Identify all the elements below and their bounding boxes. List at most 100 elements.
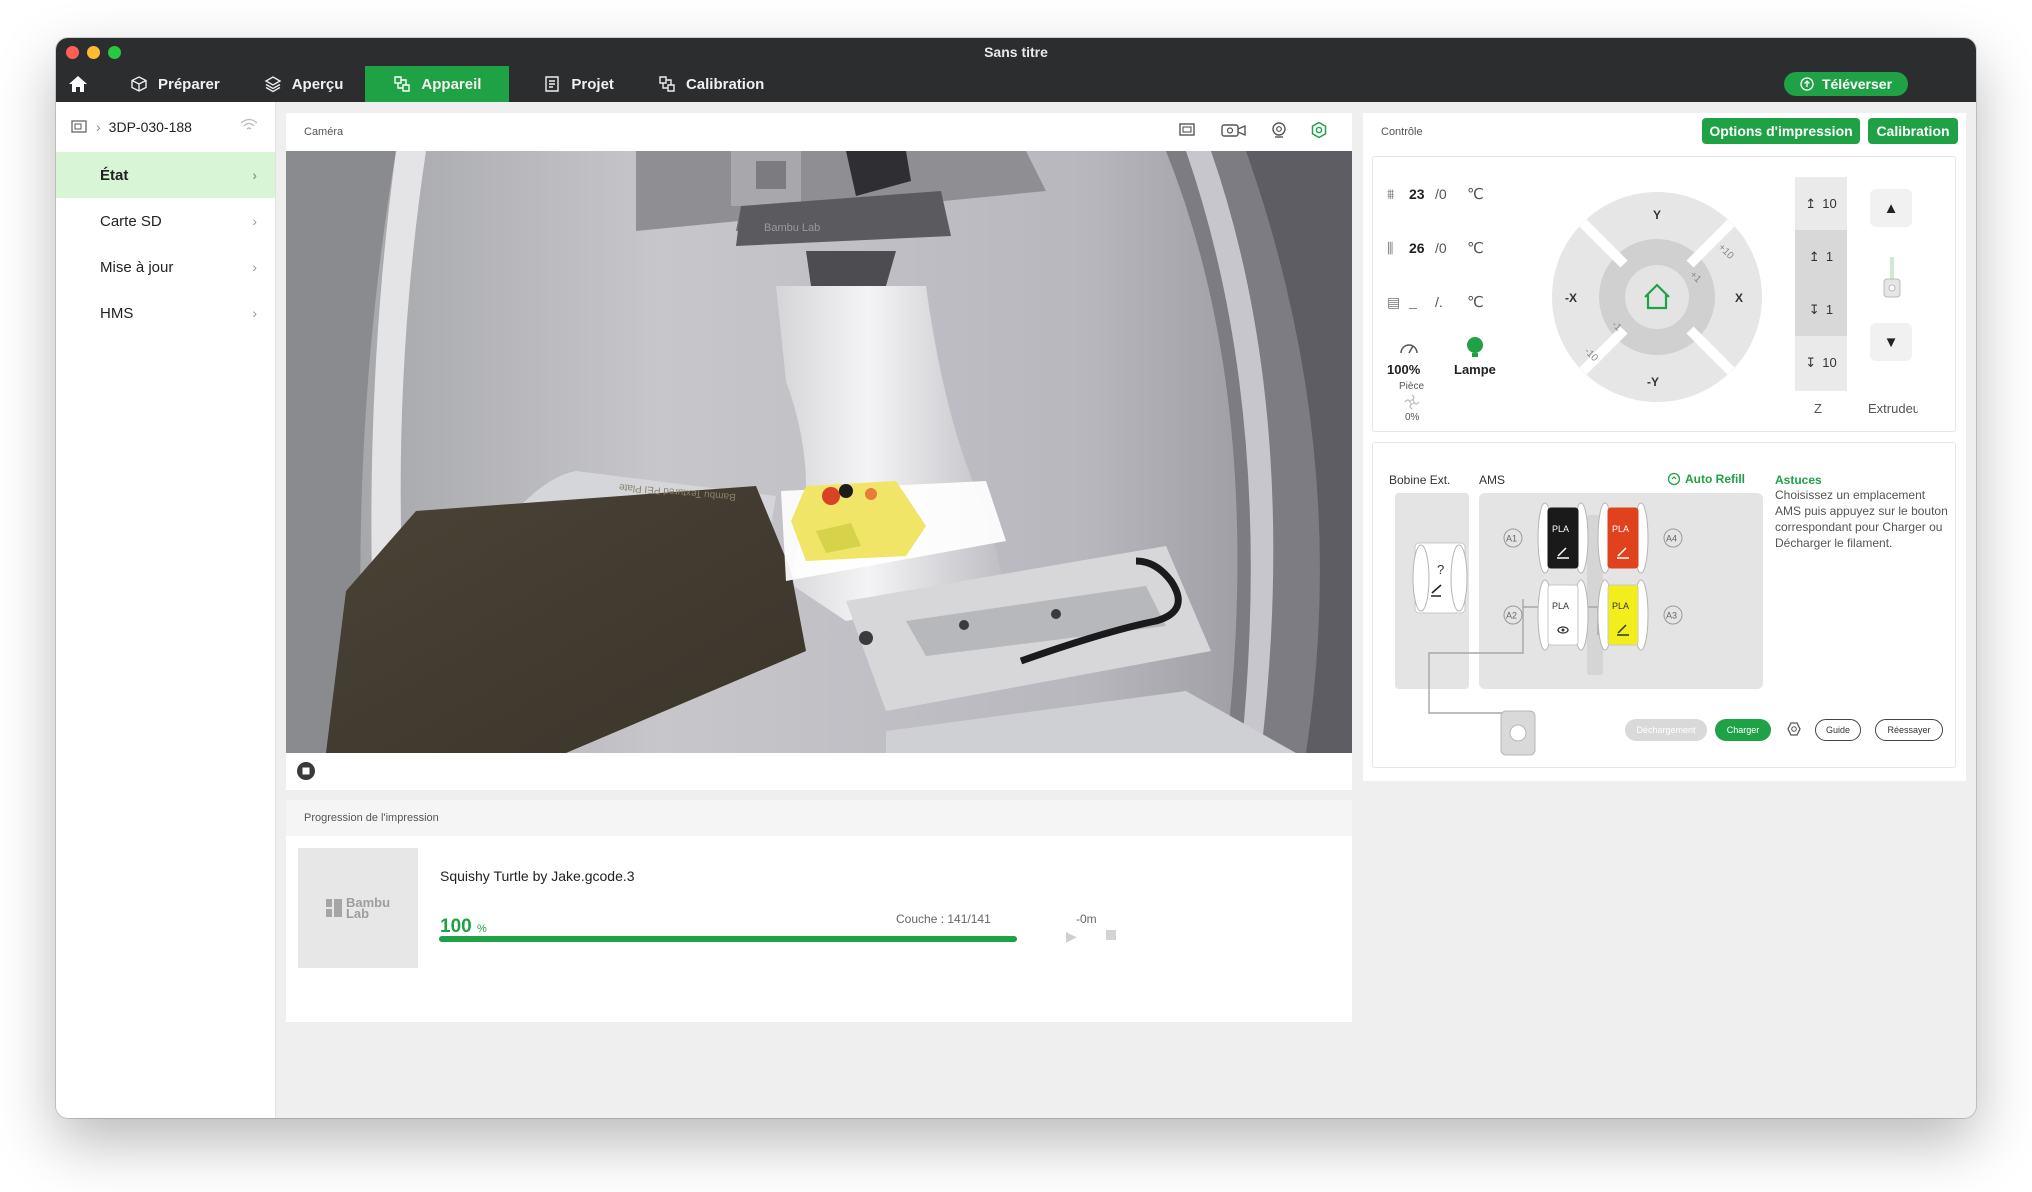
lamp-icon[interactable] [1465,336,1485,358]
tab-device[interactable]: Appareil [365,66,510,102]
window-controls [66,46,121,59]
ams-slot-a1[interactable]: PLA A1 [1503,502,1589,574]
top-nav: Préparer Aperçu Appareil Projet Calibrat… [56,66,1976,102]
z-up-1-button[interactable]: ↥ 1 [1795,230,1847,283]
nozzle-target: /0 [1435,186,1447,202]
document-icon [545,76,560,92]
z-axis-label: Z [1814,401,1822,416]
chamber-unit: ℃ [1467,294,1484,311]
control-title: Contrôle [1381,126,1423,138]
lamp-label: Lampe [1454,362,1496,377]
calibration-button[interactable]: Calibration [1868,118,1958,144]
tab-device-label: Appareil [421,75,482,93]
tab-project[interactable]: Projet [509,66,636,102]
progress-bar-fill [439,936,1017,942]
ams-slot-id: A4 [1666,534,1677,544]
home-icon[interactable] [56,66,100,102]
thumbnail-brand: Bambu Lab [346,896,390,920]
resume-print-icon[interactable]: ▶ [1066,928,1077,945]
camera-image: Bambu Lab Bambu Textured PEI Plate [286,151,1352,753]
printer-icon [71,120,87,133]
extruder-label: Extrudeur [1868,401,1918,416]
nozzle-temp-row[interactable]: ⩩ 23 /0 ℃ [1387,185,1484,204]
jog-y-pos[interactable]: Y [1653,208,1661,222]
chevron-right-icon: › [252,213,257,229]
print-percent-unit: % [476,923,487,935]
stop-print-icon[interactable] [1106,930,1116,940]
retry-button[interactable]: Réessayer [1875,719,1943,741]
bed-temp-row[interactable]: ⫼ 26 /0 ℃ [1387,239,1484,258]
tab-prepare[interactable]: Préparer [100,66,242,102]
sidebar-item-status[interactable]: État › [56,152,275,198]
stop-stream-icon[interactable] [296,761,316,781]
ams-slot-a4[interactable]: PLA A4 [1597,502,1683,574]
sidebar-item-hms[interactable]: HMS › [56,290,275,336]
ams-slot-material: PLA [1612,524,1629,534]
tab-calibration-label: Calibration [685,75,765,93]
bed-unit: ℃ [1467,240,1484,257]
sidebar-item-sd-card[interactable]: Carte SD › [56,198,275,244]
sidebar-item-label: Mise à jour [100,258,174,276]
tab-prepare-label: Préparer [158,75,220,93]
arrow-up-icon: ↥ [1805,195,1817,211]
unload-button[interactable]: Déchargement [1625,719,1707,741]
heatbed-icon: ⫼ [1387,239,1394,256]
jog-y-neg[interactable]: -Y [1647,375,1659,389]
device-icon [394,76,411,92]
fan-icon[interactable] [1404,394,1420,410]
tab-calibration[interactable]: Calibration [636,66,786,102]
tab-project-label: Projet [571,75,614,93]
z-down-1-label: 1 [1825,302,1834,317]
extrude-up-button[interactable]: ▲ [1870,189,1912,227]
chamber-target: /. [1435,294,1443,310]
z-down-10-button[interactable]: ↧ 10 [1795,336,1847,389]
chevron-right-icon: › [252,259,257,275]
sidebar-item-update[interactable]: Mise à jour › [56,244,275,290]
toolhead-brand-text: Bambu Lab [764,222,820,234]
triangle-up-icon: ▲ [1883,199,1899,217]
sidebar-item-label: État [100,166,129,184]
wifi-icon [240,118,258,130]
ams-slot-a3[interactable]: PLA A3 [1597,579,1683,651]
close-window-button[interactable] [66,46,79,59]
print-layer: Couche : 141/141 [896,912,991,926]
tab-preview[interactable]: Aperçu [242,66,366,102]
z-down-10-label: 10 [1822,355,1837,370]
webcam-icon[interactable] [1270,121,1288,139]
jog-x-pos[interactable]: X [1735,291,1743,305]
zoom-window-button[interactable] [108,46,121,59]
device-selector[interactable]: › 3DP-030-188 [56,102,275,152]
chamber-temp-row[interactable]: ▤ _ /. ℃ [1387,293,1484,312]
ams-slot-id: A1 [1506,534,1517,544]
ams-settings-icon[interactable] [1783,721,1805,741]
load-button[interactable]: Charger [1715,719,1771,741]
record-video-icon[interactable] [1220,121,1248,139]
control-panel: Contrôle Options d'impression Calibratio… [1363,113,1966,781]
z-down-1-button[interactable]: ↧ 1 [1795,283,1847,336]
print-options-button[interactable]: Options d'impression [1702,118,1860,144]
camera-settings-icon[interactable] [1310,121,1328,139]
z-up-10-button[interactable]: ↥ 10 [1795,177,1847,230]
guide-button[interactable]: Guide [1815,719,1861,741]
print-remaining-time: -0m [1076,912,1097,926]
title-bar: Sans titre [56,38,1976,66]
upload-button[interactable]: Téléverser [1784,72,1908,96]
print-file-name: Squishy Turtle by Jake.gcode.3 [440,868,635,884]
camera-toolbar [1178,121,1328,139]
ams-slot-a2[interactable]: PLA A2 [1503,579,1589,651]
ams-slot-material: PLA [1552,524,1569,534]
xy-jog-pad[interactable]: Y -Y X -X +10 +1 -1 -10 [1551,191,1763,403]
timelapse-icon[interactable] [1178,121,1198,139]
extrude-down-button[interactable]: ▼ [1870,323,1912,361]
layers-icon [264,76,282,93]
nozzle-icon: ⩩ [1387,185,1395,202]
window-title: Sans titre [984,44,1048,60]
print-percent: 100 % [440,916,487,938]
z-axis-controls: ↥ 10 ↥ 1 ↧ 1 ↧ 10 [1795,177,1847,391]
arrow-down-icon: ↧ [1808,301,1820,317]
cube-icon [131,76,147,92]
speed-gauge-icon[interactable] [1399,339,1419,355]
jog-x-neg[interactable]: -X [1565,291,1577,305]
ams-slot-id: A3 [1666,611,1677,621]
minimize-window-button[interactable] [87,46,100,59]
